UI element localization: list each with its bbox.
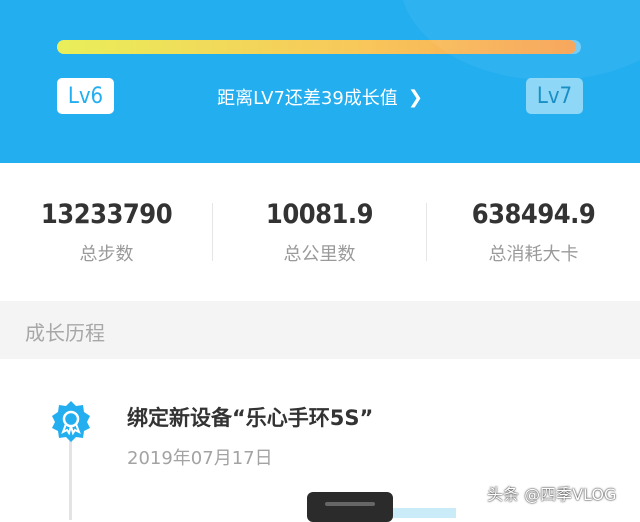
timeline-event-date: 2019年07月17日 xyxy=(127,448,273,469)
stats-panel: 13233790 总步数 10081.9 总公里数 638494.9 总消耗大卡 xyxy=(0,163,640,301)
watermark: 头条 @四季VLOG xyxy=(487,485,617,504)
stat-total-km: 10081.9 总公里数 xyxy=(213,199,426,266)
level-progress-bar xyxy=(57,40,581,54)
section-title: 成长历程 xyxy=(25,321,105,345)
stat-label: 总公里数 xyxy=(283,244,356,265)
stat-total-steps: 13233790 总步数 xyxy=(0,199,213,266)
stat-label: 总消耗大卡 xyxy=(488,244,579,265)
stat-total-kcal: 638494.9 总消耗大卡 xyxy=(427,199,640,266)
stat-value: 13233790 xyxy=(40,199,173,230)
timeline-event-title: 绑定新设备“乐心手环5S” xyxy=(127,406,374,430)
next-level-hint-text: 距离LV7还差39成长值 xyxy=(217,88,398,109)
timeline-line xyxy=(69,440,72,520)
current-level-badge: Lv6 xyxy=(57,78,114,114)
growth-history-section-header: 成长历程 xyxy=(0,301,640,359)
device-image-background xyxy=(392,508,456,518)
stat-value: 638494.9 xyxy=(471,199,596,230)
level-header: Lv6 距离LV7还差39成长值 ❯ Lv7 xyxy=(0,0,640,163)
chevron-right-icon: ❯ xyxy=(407,86,423,108)
medal-icon xyxy=(52,401,90,442)
device-image xyxy=(307,492,393,522)
level-progress-fill xyxy=(57,40,576,54)
stat-label: 总步数 xyxy=(79,244,134,265)
next-level-hint-link[interactable]: 距离LV7还差39成长值 ❯ xyxy=(200,84,440,110)
stat-value: 10081.9 xyxy=(265,199,374,230)
next-level-badge: Lv7 xyxy=(526,78,583,114)
